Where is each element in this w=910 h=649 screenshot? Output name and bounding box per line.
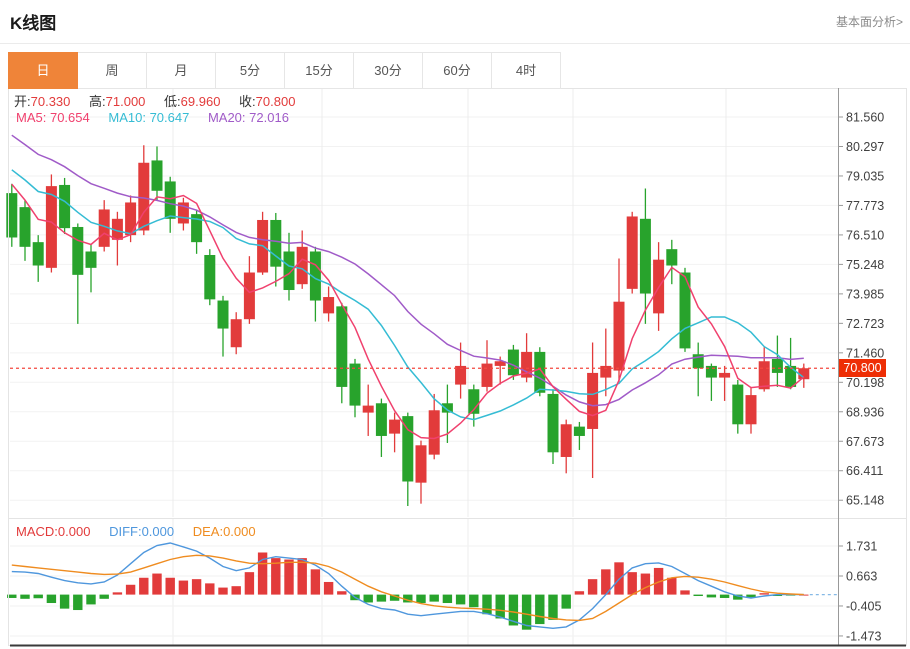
y-axis-label: 80.297: [846, 140, 884, 154]
tab-周[interactable]: 周: [77, 52, 147, 89]
tab-5分[interactable]: 5分: [215, 52, 285, 89]
y-axis-label: 1.731: [846, 540, 877, 554]
current-price-badge: 70.800: [839, 359, 886, 377]
y-axis-label: 65.148: [846, 494, 884, 508]
y-axis-label: 68.936: [846, 405, 884, 419]
ma5-value: MA5: 70.654: [16, 110, 90, 125]
y-axis-label: 66.411: [846, 464, 883, 478]
y-axis-label: 70.198: [846, 376, 884, 390]
y-axis-label: 75.248: [846, 258, 884, 272]
ma-legend: MA5: 70.654 MA10: 70.647 MA20: 72.016: [16, 110, 304, 125]
y-axis-label: 81.560: [846, 111, 884, 125]
tab-日[interactable]: 日: [8, 52, 78, 89]
tab-4时[interactable]: 4时: [491, 52, 561, 89]
ma10-value: MA10: 70.647: [108, 110, 189, 125]
tab-月[interactable]: 月: [146, 52, 216, 89]
interval-tabbar: 日周月5分15分30分60分4时: [8, 52, 561, 89]
low-value: 低:69.960: [164, 94, 220, 109]
close-value: 收:70.800: [239, 94, 295, 109]
y-axis-label: -1.473: [846, 629, 881, 643]
ma20-value: MA20: 72.016: [208, 110, 289, 125]
fundamental-analysis-link[interactable]: 基本面分析>: [836, 13, 903, 30]
y-axis-label: 67.673: [846, 435, 884, 449]
y-axis-label: -0.405: [846, 599, 881, 613]
page-title: K线图: [10, 9, 56, 34]
macd-legend: MACD:0.000 DIFF:0.000 DEA:0.000: [16, 524, 271, 539]
y-axis-label: 79.035: [846, 169, 884, 183]
tab-30分[interactable]: 30分: [353, 52, 423, 89]
macd-value: MACD:0.000: [16, 524, 90, 539]
ohlc-legend: 开:70.330 高:71.000 低:69.960 收:70.800: [14, 91, 310, 110]
high-value: 高:71.000: [89, 94, 145, 109]
page-header: K线图 基本面分析>: [0, 0, 910, 44]
y-axis-label: 0.663: [846, 569, 877, 583]
y-axis-label: 77.773: [846, 199, 884, 213]
diff-value: DIFF:0.000: [109, 524, 174, 539]
open-value: 开:70.330: [14, 94, 70, 109]
y-axis-label: 72.723: [846, 317, 884, 331]
tab-60分[interactable]: 60分: [422, 52, 492, 89]
y-axis-label: 76.510: [846, 228, 884, 242]
dea-value: DEA:0.000: [193, 524, 256, 539]
tab-15分[interactable]: 15分: [284, 52, 354, 89]
y-axis-label: 73.985: [846, 287, 884, 301]
